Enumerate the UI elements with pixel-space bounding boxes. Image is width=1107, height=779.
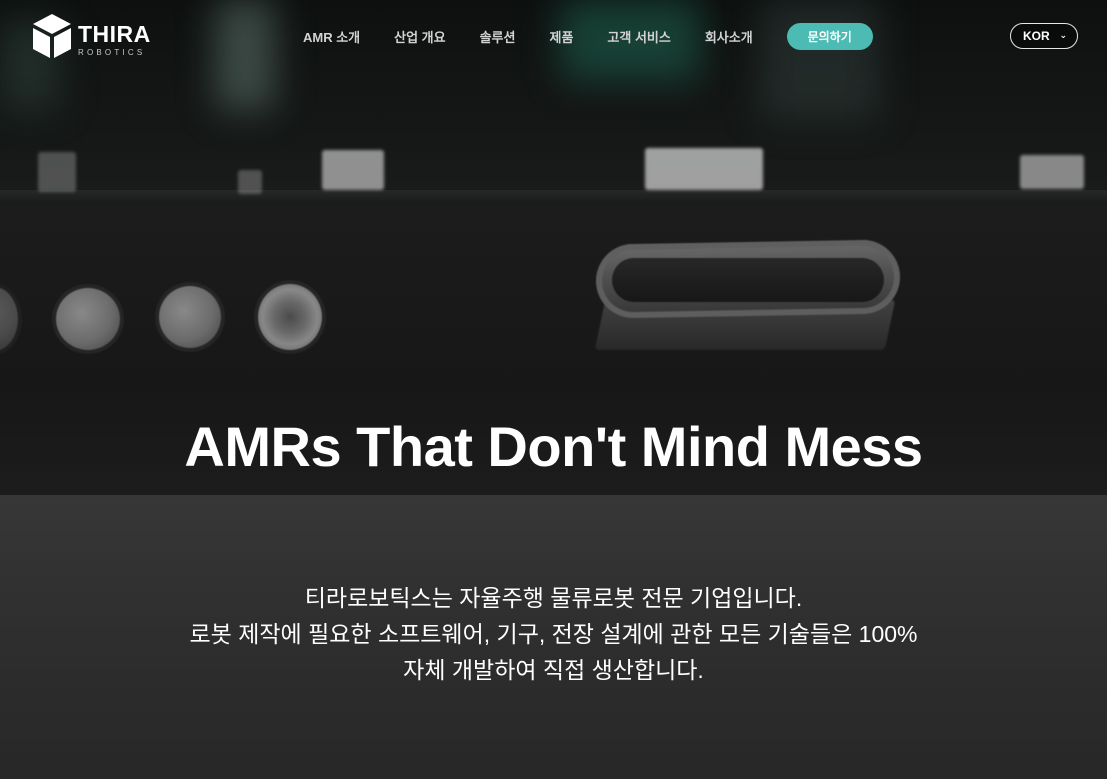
nav-item-product[interactable]: 제품 (549, 27, 573, 46)
page: THIRA ROBOTICS AMR 소개 산업 개요 솔루션 제품 고객 서비… (0, 0, 1107, 779)
brand-subtitle: ROBOTICS (78, 47, 146, 57)
brand-logo[interactable]: THIRA ROBOTICS (30, 12, 151, 67)
brand-name: THIRA (78, 20, 151, 47)
nav-item-industry[interactable]: 산업 개요 (394, 27, 445, 46)
site-header: THIRA ROBOTICS AMR 소개 산업 개요 솔루션 제품 고객 서비… (0, 0, 1107, 72)
hexagon-cube-icon (30, 12, 74, 67)
hero-description: 티라로보틱스는 자율주행 물류로봇 전문 기업입니다. 로봇 제작에 필요한 소… (0, 580, 1107, 688)
nav-item-solution[interactable]: 솔루션 (480, 27, 516, 46)
language-select[interactable]: KOR ⌄ (1010, 23, 1078, 49)
nav-item-company[interactable]: 회사소개 (705, 27, 753, 46)
nav-item-amr[interactable]: AMR 소개 (303, 27, 360, 46)
hero-description-line: 티라로보틱스는 자율주행 물류로봇 전문 기업입니다. (304, 585, 803, 611)
nav-item-customer-service[interactable]: 고객 서비스 (607, 27, 670, 46)
language-selected-value: KOR (1023, 29, 1050, 43)
hero-description-line: 자체 개발하여 직접 생산합니다. (403, 657, 704, 683)
chevron-down-icon: ⌄ (1059, 30, 1067, 40)
hero-description-line: 로봇 제작에 필요한 소프트웨어, 기구, 전장 설계에 관한 모든 기술들은 … (189, 621, 918, 647)
contact-button[interactable]: 문의하기 (786, 22, 873, 50)
hero-title: AMRs That Don't Mind Mess (184, 415, 923, 478)
main-nav: AMR 소개 산업 개요 솔루션 제품 고객 서비스 회사소개 문의하기 (286, 22, 873, 50)
